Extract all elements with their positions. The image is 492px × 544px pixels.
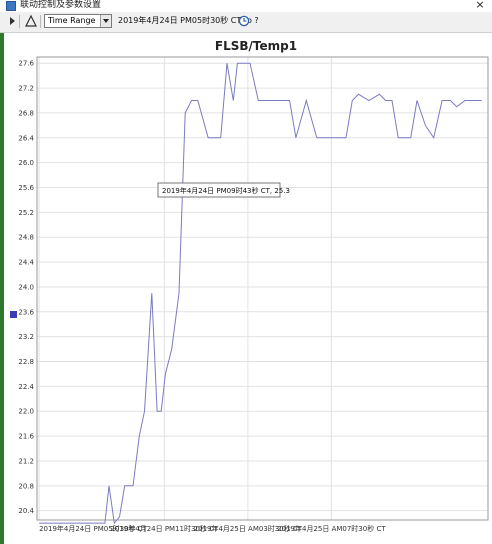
- series-line-temp1: [39, 62, 426, 525]
- y-tick-label: 26.8: [18, 109, 34, 117]
- y-tick-label: 25.2: [18, 209, 34, 217]
- y-tick-label: 23.2: [18, 333, 34, 341]
- y-tick-label: 22.4: [18, 383, 34, 391]
- plot-frame: [36, 56, 489, 521]
- data-tooltip: 2019年4月24日 PM09时43秒 CT, 25.3: [157, 182, 290, 198]
- y-tick-label: 27.6: [18, 60, 34, 68]
- chevron-down-icon[interactable]: [100, 15, 111, 27]
- y-tick-label: 26.4: [18, 134, 34, 142]
- clock-icon[interactable]: [238, 15, 250, 27]
- window-title: 联动控制及参数设置: [20, 0, 102, 10]
- toolbar: Time Range 2019年4月24日 PM05时30秒 CT to ?: [0, 12, 492, 33]
- chart-panel: FLSB/Temp1 20.4 20.8 21.2 21.6 22.0 22.4 22.8 2…: [4, 33, 492, 544]
- x-tick-label: 2019年4月25日 AM07时30秒 CT: [277, 524, 386, 533]
- y-tick-label: 21.6: [18, 433, 34, 441]
- x-axis-ticks: 2019年4月24日 PM05时30秒 CT2019年4月24日 PM11时30…: [39, 524, 386, 533]
- grid: [37, 57, 488, 520]
- toolbar-separator: [19, 15, 20, 28]
- chart-title: FLSB/Temp1: [215, 39, 297, 53]
- y-tick-label: 21.2: [18, 457, 34, 465]
- y-tick-label: 27.2: [18, 85, 34, 93]
- y-tick-label: 24.8: [18, 234, 34, 242]
- delta-icon[interactable]: [24, 14, 38, 28]
- close-button[interactable]: ×: [474, 0, 486, 12]
- y-tick-label: 25.6: [18, 184, 34, 192]
- tooltip-text: 2019年4月24日 PM09时43秒 CT, 25.3: [162, 186, 290, 195]
- toolbar-separator: [40, 15, 41, 28]
- y-tick-label: 20.4: [18, 507, 34, 515]
- y-tick-label: 26.0: [18, 159, 34, 167]
- play-icon[interactable]: [5, 14, 19, 28]
- line-chart: FLSB/Temp1 20.420.821.221.622.022.422.82…: [18, 39, 489, 533]
- y-tick-label: 22.8: [18, 358, 34, 366]
- range-mode-value: Time Range: [48, 16, 96, 25]
- range-mode-select[interactable]: Time Range: [44, 14, 112, 28]
- y-axis-ticks: 20.4 20.8 21.2 21.6 22.0 22.4 22.8 23.2 23.6 24.0…: [18, 60, 34, 515]
- y-tick-label: 23.6: [18, 308, 34, 316]
- series-line-temp1-tail: [424, 100, 482, 140]
- y-tick-label: 20.8: [18, 482, 34, 490]
- y-tick-label: 24.4: [18, 259, 34, 267]
- y-tick-label: 22.0: [18, 408, 34, 416]
- y-tick-label: 24.0: [18, 283, 34, 291]
- app-icon: [6, 1, 16, 11]
